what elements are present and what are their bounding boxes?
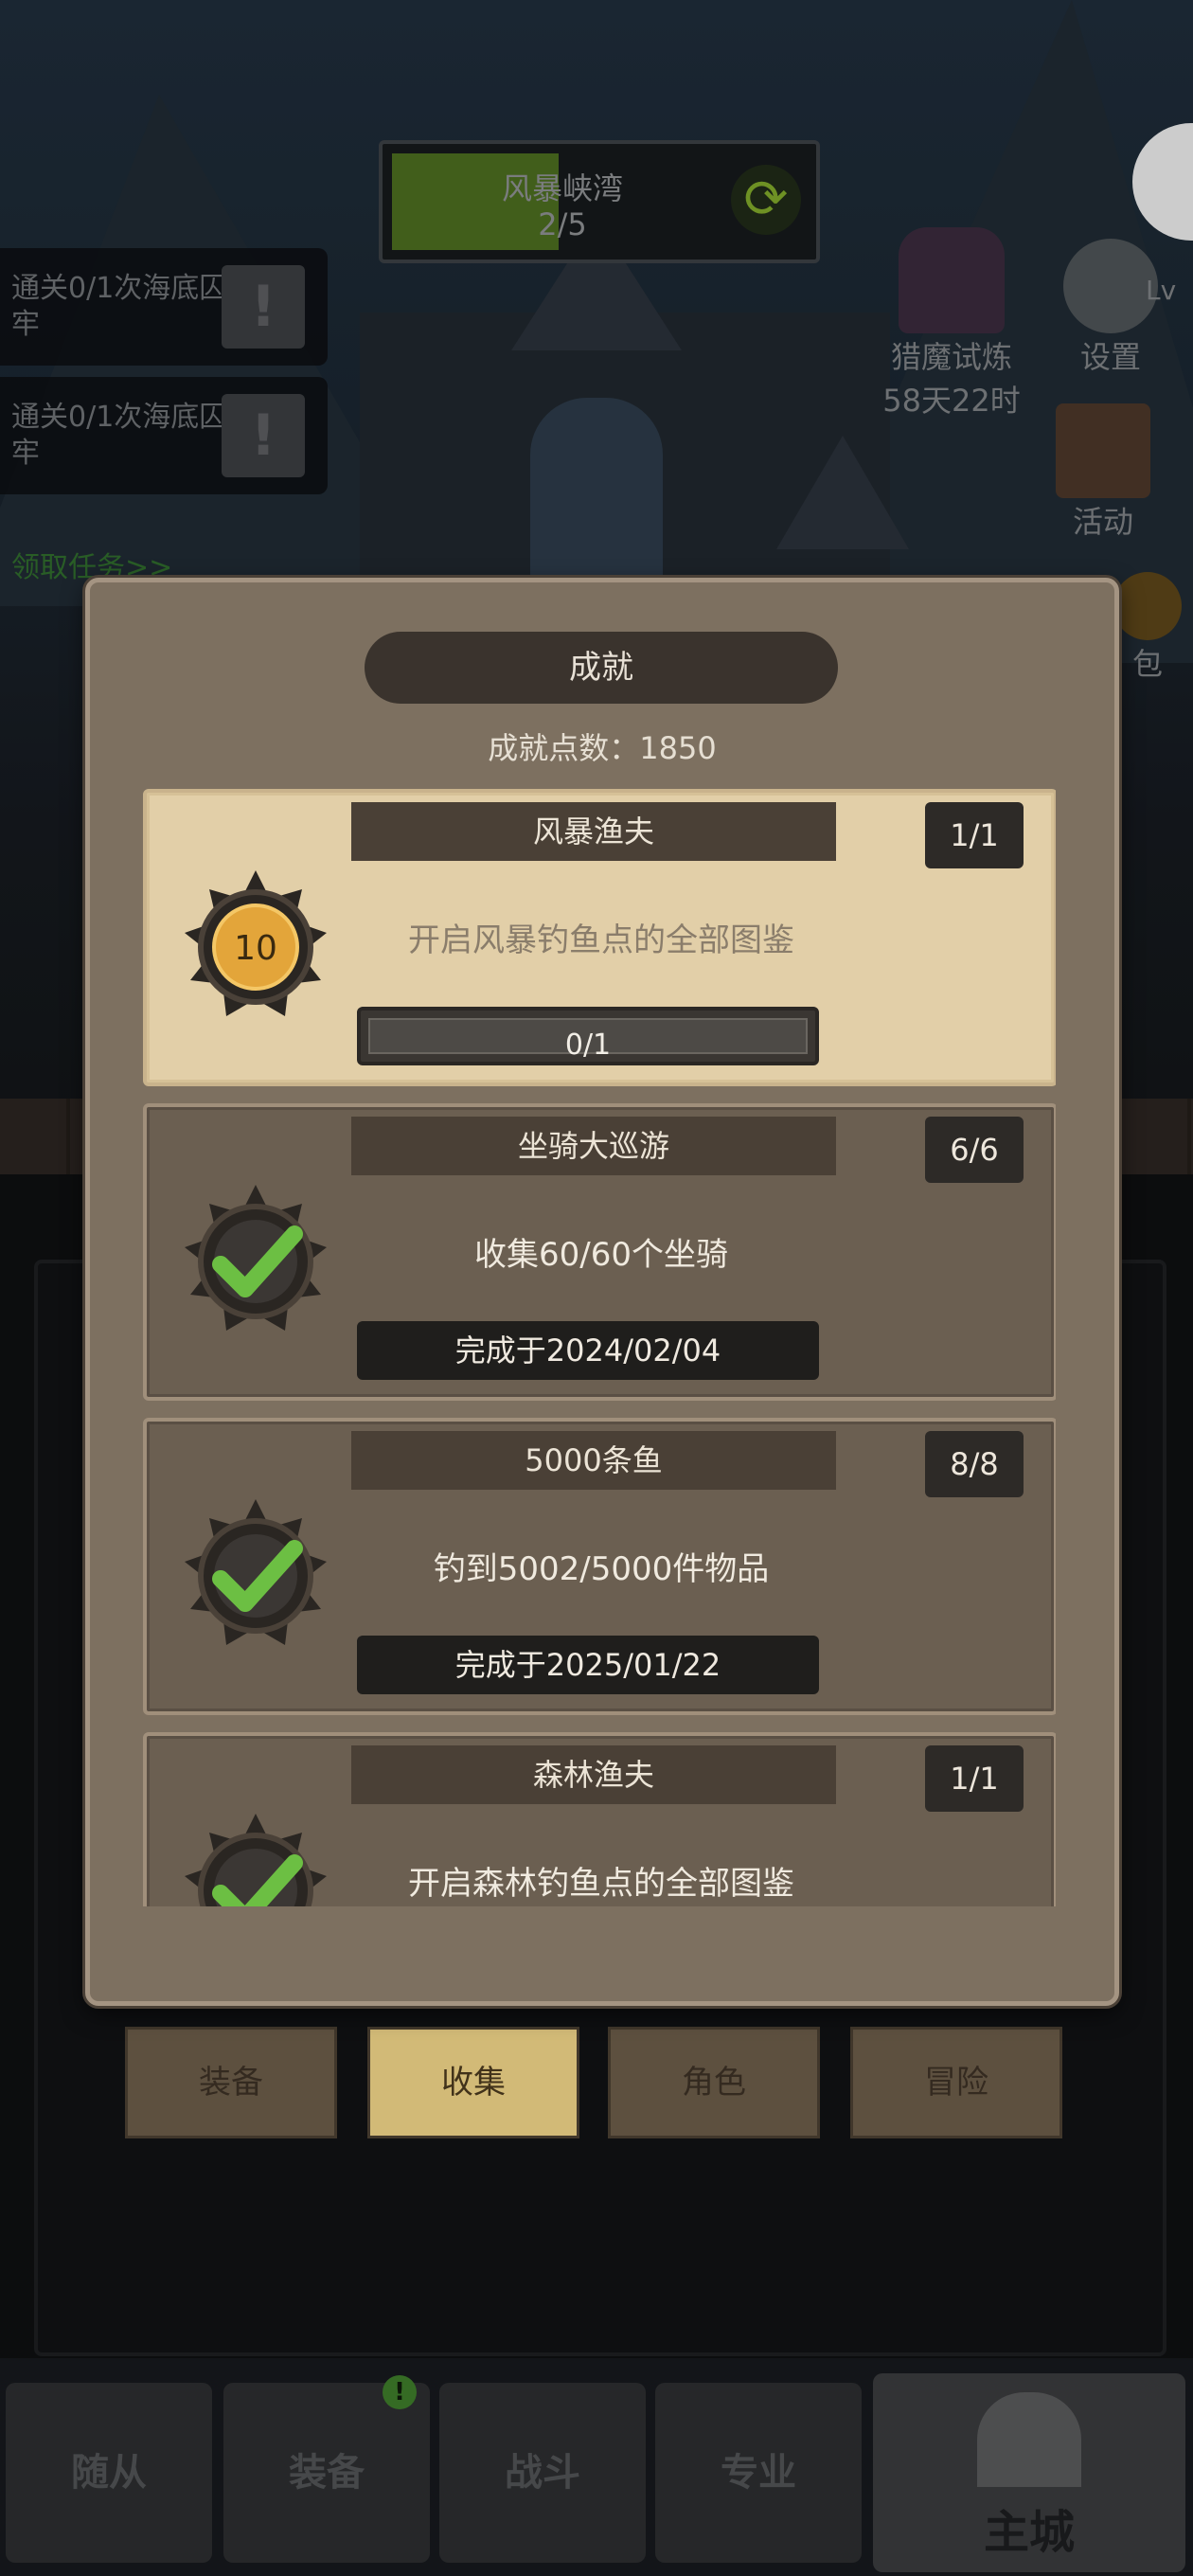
achievement-points: 成就点数：1850	[90, 724, 1114, 768]
achievement-card[interactable]: 5000条鱼 8/8 钓到5002/5000件物品 完成于2025/01/22	[143, 1418, 1056, 1715]
achievement-title: 风暴渔夫	[351, 802, 836, 861]
achievement-list[interactable]: 风暴渔夫 1/1 10 开启风暴钓鱼点的全部图鉴 0/1 坐骑大巡游 6/6 收…	[143, 789, 1056, 1906]
achievement-count: 1/1	[925, 1745, 1024, 1812]
medal-value: 10	[234, 929, 277, 968]
achievement-title: 坐骑大巡游	[351, 1117, 836, 1175]
achievement-description: 开启风暴钓鱼点的全部图鉴	[408, 921, 794, 959]
achievement-count: 6/6	[925, 1117, 1024, 1183]
progress-text: 0/1	[564, 1029, 612, 1062]
achievement-progress-bar: 0/1	[357, 1007, 819, 1065]
achievement-modal: 成就 成就点数：1850 风暴渔夫 1/1 10 开启风暴钓鱼点的全部图鉴 0/…	[85, 578, 1119, 2006]
achievement-title: 5000条鱼	[351, 1431, 836, 1490]
achievement-description: 开启森林钓鱼点的全部图鉴	[408, 1865, 794, 1903]
points-value: 1850	[639, 730, 717, 766]
achievement-title: 森林渔夫	[351, 1745, 836, 1804]
achievement-description: 收集60/60个坐骑	[474, 1236, 728, 1274]
achievement-description: 钓到5002/5000件物品	[433, 1550, 770, 1588]
achievement-card[interactable]: 风暴渔夫 1/1 10 开启风暴钓鱼点的全部图鉴 0/1	[143, 789, 1056, 1086]
achievement-count: 8/8	[925, 1431, 1024, 1497]
achievement-count: 1/1	[925, 802, 1024, 868]
achievement-card[interactable]: 森林渔夫 1/1 开启森林钓鱼点的全部图鉴	[143, 1732, 1056, 1906]
completion-date: 完成于2024/02/04	[357, 1321, 819, 1380]
achievement-card[interactable]: 坐骑大巡游 6/6 收集60/60个坐骑 完成于2024/02/04	[143, 1103, 1056, 1401]
completion-date: 完成于2025/01/22	[357, 1636, 819, 1694]
points-label: 成就点数：	[488, 730, 640, 766]
modal-title: 成就	[365, 632, 838, 704]
